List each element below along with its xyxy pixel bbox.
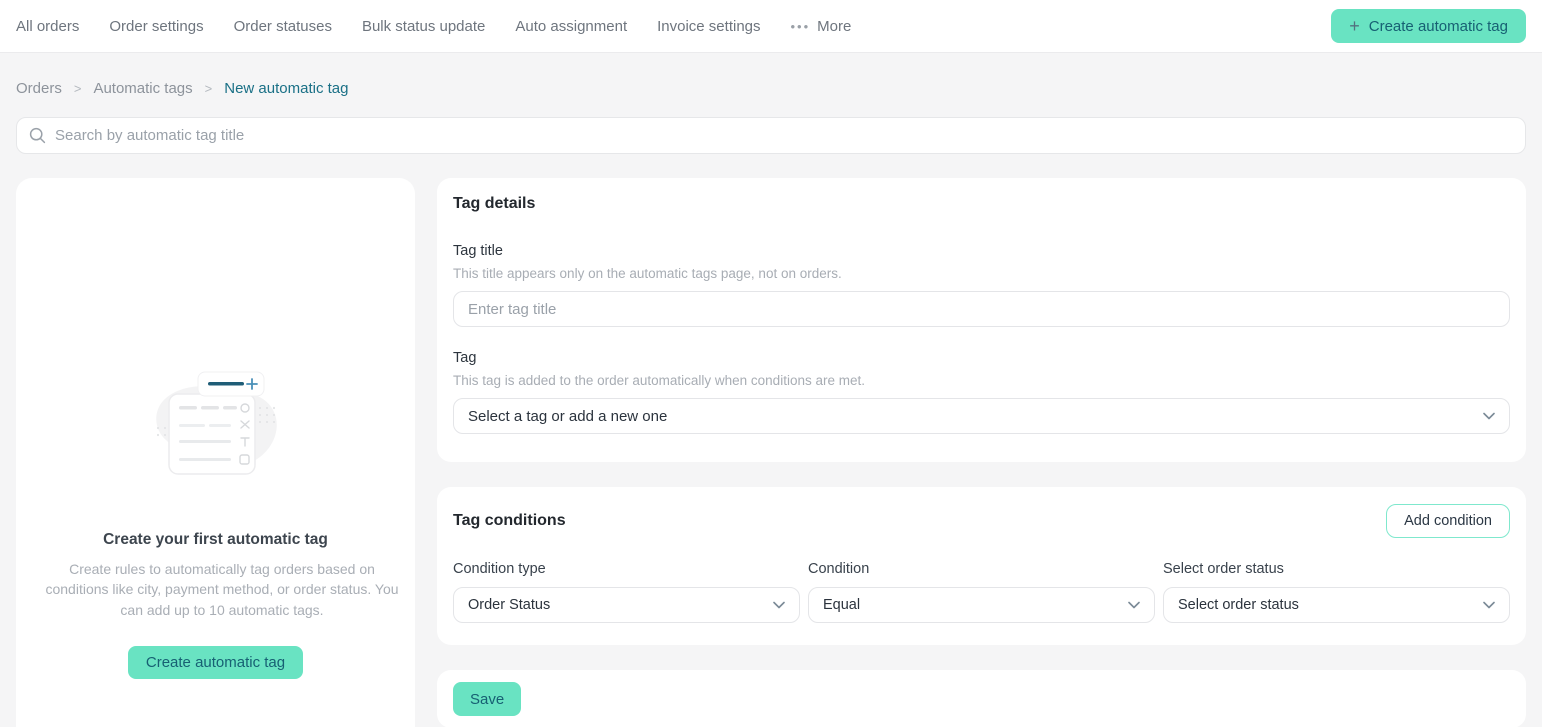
- add-condition-button[interactable]: Add condition: [1386, 504, 1510, 538]
- main-content: Create your first automatic tag Create r…: [0, 178, 1542, 727]
- nav-bulk-status-update[interactable]: Bulk status update: [362, 18, 485, 35]
- save-card: Save: [437, 670, 1526, 727]
- tag-conditions-title: Tag conditions: [453, 512, 566, 529]
- breadcrumb-orders[interactable]: Orders: [16, 80, 62, 97]
- tag-select-value: Select a tag or add a new one: [468, 407, 668, 425]
- create-automatic-tag-button-empty-state[interactable]: Create automatic tag: [127, 645, 304, 679]
- empty-state-panel: Create your first automatic tag Create r…: [16, 178, 415, 727]
- breadcrumb-separator-icon: >: [204, 81, 213, 96]
- tag-details-title: Tag details: [453, 195, 536, 212]
- condition-field: Condition Equal: [808, 561, 1155, 623]
- nav-order-settings[interactable]: Order settings: [109, 18, 203, 35]
- condition-type-value: Order Status: [468, 597, 551, 613]
- condition-label: Condition: [808, 561, 870, 577]
- chevron-down-icon: [773, 601, 785, 609]
- save-button[interactable]: Save: [453, 682, 522, 716]
- search-icon: [29, 127, 46, 144]
- automatic-tags-illustration: [136, 368, 296, 485]
- more-dots-icon: •••: [790, 18, 811, 34]
- nav-more-menu[interactable]: ••• More: [791, 18, 852, 35]
- order-status-field: Select order status Select order status: [1163, 561, 1510, 623]
- create-automatic-tag-button-label: Create automatic tag: [1368, 17, 1508, 35]
- condition-type-label: Condition type: [453, 561, 546, 577]
- form-column: Tag details Tag title This title appears…: [437, 178, 1526, 727]
- chevron-down-icon: [1128, 601, 1140, 609]
- condition-value: Equal: [823, 597, 861, 613]
- tag-title-input[interactable]: [453, 291, 1510, 327]
- nav-invoice-settings[interactable]: Invoice settings: [657, 18, 760, 35]
- breadcrumb-separator-icon: >: [73, 81, 82, 96]
- condition-type-field: Condition type Order Status: [453, 561, 800, 623]
- search-bar[interactable]: [16, 117, 1526, 154]
- order-status-value: Select order status: [1178, 597, 1299, 613]
- order-status-label: Select order status: [1163, 561, 1284, 577]
- tag-help-text: This tag is added to the order automatic…: [453, 373, 865, 388]
- nav-auto-assignment[interactable]: Auto assignment: [515, 18, 627, 35]
- nav-more-label: More: [817, 17, 852, 35]
- breadcrumb-current-page: New automatic tag: [224, 80, 349, 97]
- top-navigation: All orders Order settings Order statuses…: [0, 0, 1542, 53]
- breadcrumb: Orders > Automatic tags > New automatic …: [0, 53, 1542, 117]
- empty-state-title: Create your first automatic tag: [103, 531, 328, 548]
- nav-all-orders[interactable]: All orders: [16, 18, 79, 35]
- create-automatic-tag-button-header[interactable]: + Create automatic tag: [1331, 9, 1526, 43]
- search-input[interactable]: [55, 127, 1513, 144]
- condition-select[interactable]: Equal: [808, 587, 1155, 623]
- breadcrumb-automatic-tags[interactable]: Automatic tags: [93, 80, 192, 97]
- tag-details-card: Tag details Tag title This title appears…: [437, 178, 1526, 462]
- nav-order-statuses[interactable]: Order statuses: [234, 18, 332, 35]
- tag-title-label: Tag title: [453, 243, 503, 259]
- chevron-down-icon: [1483, 412, 1495, 420]
- tag-title-help-text: This title appears only on the automatic…: [453, 266, 842, 281]
- empty-state-description: Create rules to automatically tag orders…: [45, 561, 399, 618]
- chevron-down-icon: [1483, 601, 1495, 609]
- plus-icon: +: [1349, 16, 1360, 36]
- tag-select[interactable]: Select a tag or add a new one: [453, 398, 1510, 434]
- order-status-select[interactable]: Select order status: [1163, 587, 1510, 623]
- condition-type-select[interactable]: Order Status: [453, 587, 800, 623]
- tag-conditions-card: Tag conditions Add condition Condition t…: [437, 487, 1526, 645]
- tag-label: Tag: [453, 350, 477, 366]
